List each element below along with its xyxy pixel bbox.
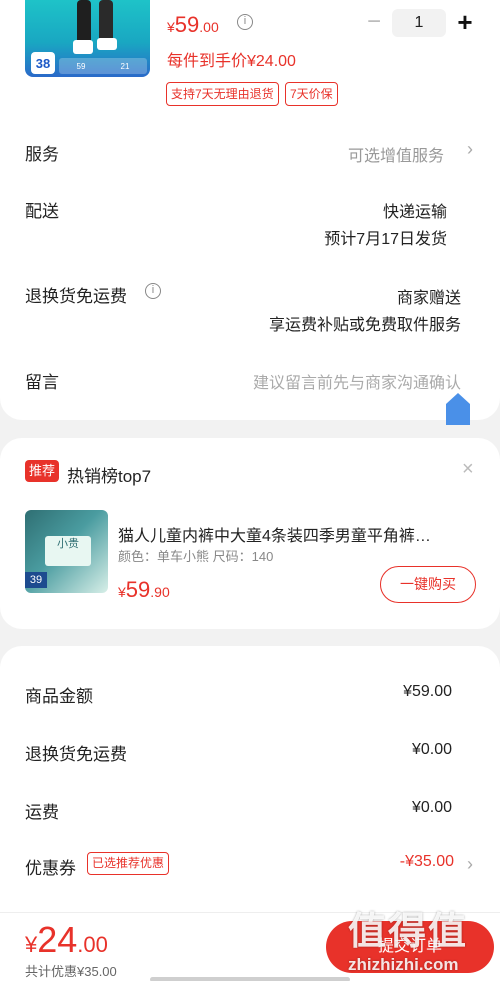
goods-amount-label: 商品金额 [25,687,93,706]
watermark-url: zhizhizhi.com [348,955,459,974]
return-policy-tag: 支持7天无理由退货 [166,82,279,106]
recommend-product-image[interactable]: 小贵 39 [25,510,108,593]
recommend-title: 热销榜top7 [67,467,152,486]
recommend-product-price: ¥59.90 [118,577,170,603]
order-product-card: 38 59 21 ¥59.00 i − 1 + 每件到手价¥24.00 支持7天… [0,0,500,425]
close-icon[interactable]: × [462,458,474,481]
watermark: 值得值 zhizhizhi.com [348,900,498,980]
per-item-final-price: 每件到手价¥24.00 [167,53,296,70]
recommend-image-box: 小贵 [45,536,91,566]
coupon-label: 优惠券 [25,859,76,878]
chevron-right-icon: › [467,854,473,874]
one-click-buy-button[interactable]: 一键购买 [380,566,476,603]
home-icon[interactable] [445,391,471,427]
recommend-badge: 推荐 [25,460,60,482]
return-shipping-label: 退换货免运费 [25,287,127,306]
recommend-product-spec: 颜色：单车小熊 尺码：140 [118,549,274,564]
recommend-product-name[interactable]: 猫人儿童内裤中大童4条装四季男童平角裤… [118,522,476,546]
delivery-label: 配送 [25,202,59,221]
coupon-value: -¥35.00 [399,853,454,870]
product-image-strip: 59 21 [59,58,147,74]
quantity-minus-button[interactable]: − [364,10,384,36]
product-image-sock [97,38,117,50]
shipping-fee-label: 运费 [25,803,59,822]
total-decimal: .00 [77,932,108,957]
chevron-right-icon: › [467,139,473,159]
price-decimal: .90 [150,584,170,600]
product-image-strip-value: 59 [76,61,86,71]
service-label: 服务 [25,145,59,164]
delivery-date: 预计7月17日发货 [324,231,447,248]
price-symbol: ¥ [167,19,175,35]
price-integer: 59 [125,577,151,602]
watermark-logo-text: 值得值 [348,911,469,953]
product-image-badge: 38 [31,52,55,74]
service-value: 可选增值服务 [347,148,444,165]
quantity-plus-button[interactable]: + [454,8,476,36]
return-shipping-summary-label: 退换货免运费 [25,745,127,764]
product-image[interactable]: 38 59 21 [25,0,150,77]
recommend-card: 推荐 热销榜top7 × 小贵 39 猫人儿童内裤中大童4条装四季男童平角裤… … [0,438,500,629]
total-saved: 共计优惠¥35.00 [25,964,117,979]
price-info-icon[interactable]: i [237,14,253,30]
shipping-fee-value: ¥0.00 [411,799,452,816]
message-input[interactable]: 建议留言前先与商家沟通确认 [253,369,461,393]
total-integer: 24 [37,919,78,960]
product-image-sock [73,40,93,54]
price-protect-tag: 7天价保 [285,82,338,106]
total-price: ¥24.00 [25,919,108,961]
price-integer: 59 [174,12,200,37]
return-shipping-value: 商家赠送 [396,290,461,307]
goods-amount-value: ¥59.00 [403,683,452,700]
return-shipping-sub: 享运费补贴或免费取件服务 [268,317,461,334]
coupon-selected-tag: 已选推荐优惠 [87,852,170,875]
home-indicator [150,977,350,981]
recommend-image-badge: 39 [25,572,47,588]
return-shipping-info-icon[interactable]: i [145,283,161,299]
price-symbol: ¥ [118,584,126,600]
delivery-value: 快递运输 [382,204,447,221]
price-decimal: .00 [199,19,219,35]
product-image-strip-value: 21 [120,61,130,71]
return-shipping-summary-value: ¥0.00 [411,741,452,758]
message-label: 留言 [25,373,59,392]
product-price: ¥59.00 [167,12,219,38]
quantity-input[interactable]: 1 [392,9,446,37]
price-symbol: ¥ [25,932,38,957]
